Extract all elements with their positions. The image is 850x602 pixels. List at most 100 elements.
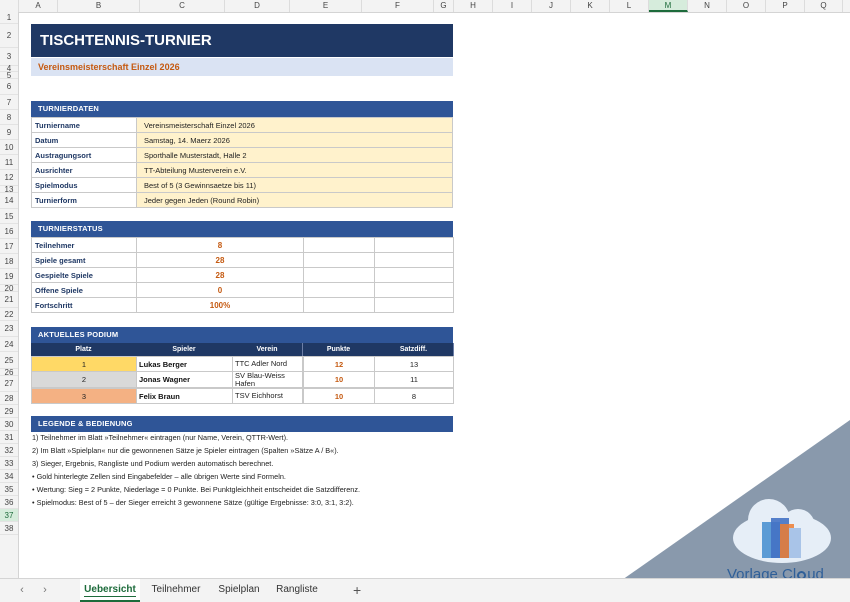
section-turnierdaten: TURNIERDATEN: [31, 101, 453, 117]
column-header-Q[interactable]: Q: [805, 0, 843, 12]
sheet-subtitle: Vereinsmeisterschaft Einzel 2026: [31, 58, 453, 76]
row-header-20[interactable]: 20: [0, 285, 18, 293]
turnierstatus-value: 0: [136, 282, 304, 298]
row-header-13[interactable]: 13: [0, 186, 18, 194]
row-header-32[interactable]: 32: [0, 444, 18, 457]
turnierstatus-value: 100%: [136, 297, 304, 313]
podium-cell-satzdiff: 8: [374, 388, 454, 404]
turnierstatus-value: 8: [136, 237, 304, 253]
turnierstatus-label: Spiele gesamt: [31, 252, 137, 268]
turnierstatus-value: 28: [136, 267, 304, 283]
row-header-31[interactable]: 31: [0, 431, 18, 444]
column-header-G[interactable]: G: [434, 0, 454, 12]
column-header-J[interactable]: J: [532, 0, 571, 12]
row-header-18[interactable]: 18: [0, 254, 18, 269]
turnierdaten-input-cell[interactable]: Vereinsmeisterschaft Einzel 2026: [136, 117, 453, 133]
column-header-F[interactable]: F: [362, 0, 434, 12]
row-header-35[interactable]: 35: [0, 483, 18, 496]
row-header-28[interactable]: 28: [0, 392, 18, 405]
row-header-5[interactable]: 5: [0, 72, 18, 80]
empty-cell: [374, 267, 454, 283]
row-header-34[interactable]: 34: [0, 470, 18, 483]
turnierdaten-input-cell[interactable]: Samstag, 14. Maerz 2026: [136, 132, 453, 148]
tab-teilnehmer[interactable]: Teilnehmer: [146, 579, 206, 600]
tab-rangliste[interactable]: Rangliste: [272, 579, 322, 600]
empty-cell: [374, 237, 454, 253]
column-header-D[interactable]: D: [225, 0, 290, 12]
podium-cell-platz: 1: [31, 356, 137, 372]
section-podium: AKTUELLES PODIUM: [31, 327, 453, 343]
sheet-tab-bar: ‹ › Uebersicht Teilnehmer Spielplan Rang…: [0, 578, 850, 602]
podium-cell-verein: TTC Adler Nord: [232, 356, 303, 372]
row-header-8[interactable]: 8: [0, 110, 18, 125]
row-header-15[interactable]: 15: [0, 209, 18, 224]
row-header-6[interactable]: 6: [0, 79, 18, 95]
row-header-22[interactable]: 22: [0, 308, 18, 321]
row-header-30[interactable]: 30: [0, 418, 18, 431]
row-header-21[interactable]: 21: [0, 292, 18, 308]
row-header-27[interactable]: 27: [0, 376, 18, 392]
row-header-14[interactable]: 14: [0, 193, 18, 209]
row-header-37[interactable]: 37: [0, 509, 18, 522]
turnierstatus-label: Fortschritt: [31, 297, 137, 313]
row-header-38[interactable]: 38: [0, 522, 18, 535]
sheet-title: TISCHTENNIS-TURNIER: [31, 24, 453, 57]
empty-cell: [374, 297, 454, 313]
row-header-19[interactable]: 19: [0, 269, 18, 285]
row-header-36[interactable]: 36: [0, 496, 18, 509]
column-header-P[interactable]: P: [766, 0, 805, 12]
column-header-N[interactable]: N: [688, 0, 727, 12]
tab-spielplan[interactable]: Spielplan: [212, 579, 266, 600]
column-header-B[interactable]: B: [58, 0, 140, 12]
row-header-16[interactable]: 16: [0, 224, 18, 239]
empty-cell: [303, 282, 375, 298]
turnierdaten-input-cell[interactable]: Sporthalle Musterstadt, Halle 2: [136, 147, 453, 163]
turnierstatus-value: 28: [136, 252, 304, 268]
row-header-2[interactable]: 2: [0, 24, 18, 48]
podium-cell-platz: 2: [31, 371, 137, 388]
column-header-E[interactable]: E: [290, 0, 362, 12]
row-header-25[interactable]: 25: [0, 352, 18, 369]
add-sheet-button[interactable]: +: [353, 582, 361, 598]
tab-uebersicht[interactable]: Uebersicht: [80, 579, 140, 602]
section-legende: LEGENDE & BEDIENUNG: [31, 416, 453, 432]
row-header-9[interactable]: 9: [0, 125, 18, 140]
column-header-C[interactable]: C: [140, 0, 225, 12]
podium-header-platz: Platz: [31, 343, 137, 356]
turnierstatus-label: Offene Spiele: [31, 282, 137, 298]
row-header-12[interactable]: 12: [0, 170, 18, 186]
column-header-I[interactable]: I: [493, 0, 532, 12]
legend-item: 3) Sieger, Ergebnis, Rangliste und Podiu…: [32, 459, 274, 468]
podium-header-punkte: Punkte: [303, 343, 375, 356]
column-header-M[interactable]: M: [649, 0, 688, 12]
row-header-17[interactable]: 17: [0, 239, 18, 254]
turnierdaten-label: Spielmodus: [31, 177, 137, 193]
podium-header-spieler: Spieler: [136, 343, 233, 356]
column-header-L[interactable]: L: [610, 0, 649, 12]
row-header-29[interactable]: 29: [0, 405, 18, 418]
turnierdaten-input-cell[interactable]: TT-Abteilung Musterverein e.V.: [136, 162, 453, 178]
row-header-11[interactable]: 11: [0, 155, 18, 170]
legend-item: • Gold hinterlegte Zellen sind Eingabefe…: [32, 472, 286, 481]
row-header-10[interactable]: 10: [0, 140, 18, 155]
legend-item: 2) Im Blatt »Spielplan« nur die gewonnen…: [32, 446, 339, 455]
podium-header-satzdiff: Satzdiff.: [374, 343, 454, 356]
row-header-23[interactable]: 23: [0, 321, 18, 337]
column-header-A[interactable]: A: [19, 0, 58, 12]
column-header-O[interactable]: O: [727, 0, 766, 12]
turnierdaten-input-cell[interactable]: Best of 5 (3 Gewinnsaetze bis 11): [136, 177, 453, 193]
scroll-prev-sheet-button[interactable]: ‹: [15, 584, 29, 596]
row-header-1[interactable]: 1: [0, 12, 18, 24]
scroll-next-sheet-button[interactable]: ›: [38, 584, 52, 596]
row-header-24[interactable]: 24: [0, 337, 18, 352]
row-header-bar: 1 2 3 4 5 6 7 8 9 10 11 12 13 14 15 16 17 18 19 20 21 22 23 24 2…: [0, 12, 19, 578]
turnierdaten-input-cell[interactable]: Jeder gegen Jeden (Round Robin): [136, 192, 453, 208]
row-header-33[interactable]: 33: [0, 457, 18, 470]
select-all-corner[interactable]: [0, 0, 19, 12]
row-header-7[interactable]: 7: [0, 95, 18, 110]
podium-cell-verein: TSV Eichhorst: [232, 388, 303, 404]
row-header-26[interactable]: 26: [0, 369, 18, 377]
column-header-K[interactable]: K: [571, 0, 610, 12]
podium-header-verein: Verein: [232, 343, 303, 356]
column-header-H[interactable]: H: [454, 0, 493, 12]
